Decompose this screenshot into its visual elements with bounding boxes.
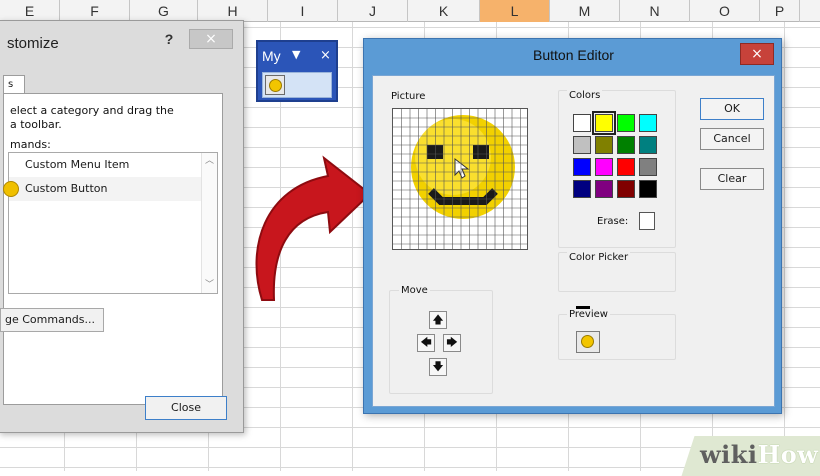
column-headers: E F G H I J K L M N O P xyxy=(0,0,820,22)
instructions-text: elect a category and drag the a toolbar. xyxy=(10,104,174,131)
erase-swatch[interactable] xyxy=(639,212,655,230)
column-header-o[interactable]: O xyxy=(690,0,760,22)
commands-list[interactable]: Custom Menu Item Custom Button ︿ ﹀ xyxy=(3,152,218,294)
color-swatch[interactable] xyxy=(573,158,591,176)
wikihow-logo: wikiHow xyxy=(700,440,818,469)
arrow-icon xyxy=(255,155,372,301)
color-swatch[interactable] xyxy=(639,180,657,198)
smiley-icon xyxy=(581,335,594,348)
move-label: Move xyxy=(399,285,430,296)
column-header-l[interactable]: L xyxy=(480,0,550,22)
button-editor-dialog: Button Editor × Picture Colors Erase: Co… xyxy=(363,38,782,414)
close-icon[interactable]: × xyxy=(189,29,233,49)
move-group xyxy=(389,290,493,394)
close-icon[interactable]: × xyxy=(740,43,774,65)
close-button[interactable]: Close xyxy=(145,396,227,420)
color-swatch[interactable] xyxy=(573,114,591,132)
list-item[interactable]: Custom Button xyxy=(3,177,201,201)
commands-panel: elect a category and drag the a toolbar.… xyxy=(0,93,223,405)
column-header-e[interactable]: E xyxy=(0,0,60,22)
erase-label: Erase: xyxy=(597,216,629,227)
color-swatch[interactable] xyxy=(639,158,657,176)
smiley-icon xyxy=(3,181,19,197)
toolbar-body xyxy=(262,72,332,98)
custom-toolbar[interactable]: My ▼ × xyxy=(256,40,338,102)
color-swatch[interactable] xyxy=(595,158,613,176)
picture-label: Picture xyxy=(391,91,426,102)
move-left-button[interactable]: 🡄 xyxy=(417,334,435,352)
scroll-up-icon[interactable]: ︿ xyxy=(202,153,217,169)
color-swatch[interactable] xyxy=(573,136,591,154)
color-swatch[interactable] xyxy=(617,114,635,132)
color-swatch[interactable] xyxy=(595,136,613,154)
button-editor-title: Button Editor xyxy=(533,47,614,63)
column-header-g[interactable]: G xyxy=(130,0,198,22)
column-header-j[interactable]: J xyxy=(338,0,408,22)
commands-label: mands: xyxy=(10,138,51,151)
clear-button[interactable]: Clear xyxy=(700,168,764,190)
smiley-icon xyxy=(393,109,527,249)
customize-titlebar[interactable]: stomize ? × xyxy=(0,21,243,61)
color-picker-label: Color Picker xyxy=(567,252,631,263)
colors-label: Colors xyxy=(567,90,603,101)
preview-label: Preview xyxy=(567,309,610,320)
color-swatch[interactable] xyxy=(595,180,613,198)
color-swatch[interactable] xyxy=(592,111,616,135)
close-icon[interactable]: × xyxy=(320,49,331,63)
list-item-label: Custom Button xyxy=(25,182,108,195)
list-scrollbar[interactable]: ︿ ﹀ xyxy=(201,153,217,293)
color-swatch[interactable] xyxy=(573,180,591,198)
custom-button[interactable] xyxy=(265,75,285,95)
customize-title: stomize xyxy=(7,35,59,52)
color-swatch[interactable] xyxy=(639,136,657,154)
customize-dialog: stomize ? × s elect a category and drag … xyxy=(0,20,244,433)
toolbar-title: My xyxy=(262,48,281,64)
column-header-p[interactable]: P xyxy=(760,0,800,22)
list-item[interactable]: Custom Menu Item xyxy=(9,153,201,177)
picture-editor-grid[interactable] xyxy=(392,108,528,250)
tab-commands[interactable]: s xyxy=(3,75,25,94)
chevron-down-icon[interactable]: ▼ xyxy=(292,48,300,61)
cancel-button[interactable]: Cancel xyxy=(700,128,764,150)
color-swatch[interactable] xyxy=(639,114,657,132)
ok-button[interactable]: OK xyxy=(700,98,764,120)
move-up-button[interactable]: 🡅 xyxy=(429,311,447,329)
logo-wiki: wiki xyxy=(700,440,758,469)
help-button[interactable]: ? xyxy=(159,31,179,47)
color-swatch[interactable] xyxy=(617,180,635,198)
logo-how: How xyxy=(757,440,819,469)
column-header-i[interactable]: I xyxy=(268,0,338,22)
scroll-down-icon[interactable]: ﹀ xyxy=(202,277,217,293)
column-header-k[interactable]: K xyxy=(408,0,480,22)
move-right-button[interactable]: 🡆 xyxy=(443,334,461,352)
smiley-icon xyxy=(269,79,282,92)
button-editor-body: Picture Colors Erase: Color Picker Move … xyxy=(372,75,775,407)
column-header-f[interactable]: F xyxy=(60,0,130,22)
color-swatch[interactable] xyxy=(617,158,635,176)
column-header-m[interactable]: M xyxy=(550,0,620,22)
list-item-label: Custom Menu Item xyxy=(25,158,130,171)
column-header-n[interactable]: N xyxy=(620,0,690,22)
column-header-h[interactable]: H xyxy=(198,0,268,22)
rearrange-commands-button[interactable]: ge Commands... xyxy=(0,308,104,332)
color-swatch[interactable] xyxy=(617,136,635,154)
move-down-button[interactable]: 🡇 xyxy=(429,358,447,376)
preview-button xyxy=(576,331,600,353)
